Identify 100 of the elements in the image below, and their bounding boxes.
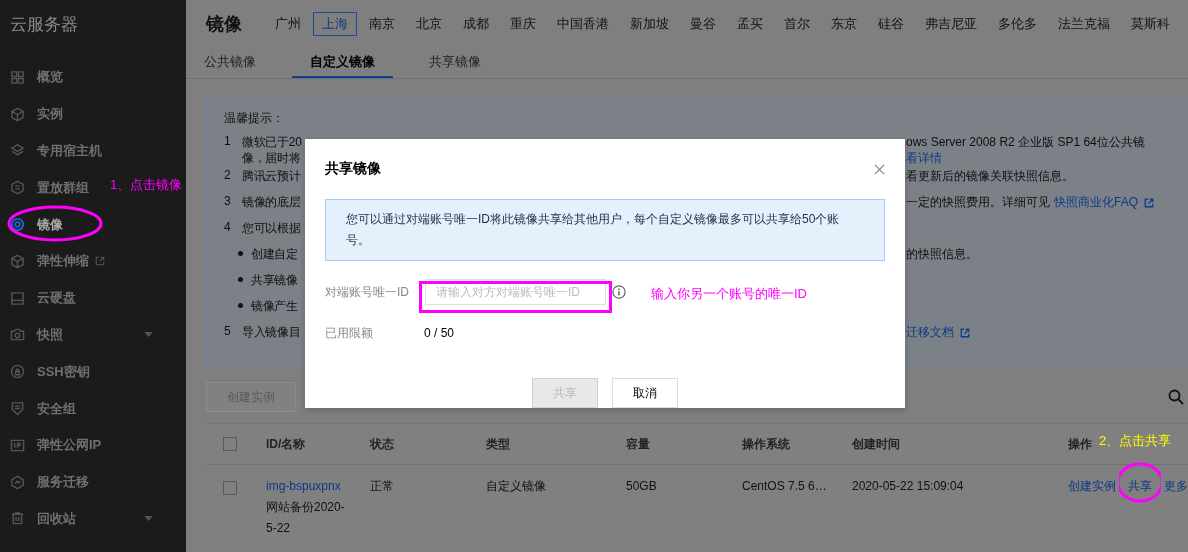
hexagon-icon	[10, 180, 25, 196]
sidebar-item[interactable]: 镜像	[0, 206, 73, 243]
notice-link[interactable]: 看详情	[906, 150, 942, 167]
sidebar-item[interactable]: 专用宿主机	[0, 132, 112, 170]
region-tab[interactable]: 成都	[454, 12, 498, 36]
notice-text: 导入镜像目	[242, 324, 301, 341]
region-tab[interactable]: 广州	[266, 12, 310, 36]
bullet-icon	[238, 251, 243, 256]
cube-icon	[10, 106, 25, 122]
notice-number: 3	[224, 194, 232, 210]
annotation-text: 1、点击镜像	[110, 176, 183, 194]
column-header: 操作	[1068, 435, 1092, 453]
tab[interactable]: 自定义镜像	[292, 48, 393, 78]
search-icon[interactable]	[1168, 389, 1184, 405]
region-tab[interactable]: 莫斯科	[1122, 12, 1179, 36]
column-header: ID/名称	[266, 435, 306, 453]
region-tab[interactable]: 重庆	[501, 12, 545, 36]
region-tab[interactable]: 曼谷	[681, 12, 725, 36]
lock-icon	[10, 364, 25, 380]
region-tab[interactable]: 首尔	[775, 12, 819, 36]
sidebar-item[interactable]: 回收站	[0, 500, 186, 538]
external-link-icon[interactable]	[1144, 197, 1154, 208]
external-link-icon[interactable]	[960, 327, 970, 338]
sidebar-item[interactable]: 弹性公网IP	[0, 426, 112, 464]
grid-icon	[10, 69, 25, 85]
cancel-button[interactable]: 取消	[612, 378, 678, 408]
field-label: 已用限额	[325, 324, 374, 342]
field-label: 对端账号唯一ID	[325, 283, 410, 301]
column-header: 操作系统	[742, 435, 790, 453]
notice-number: 5	[224, 324, 232, 340]
table-cell-text: CentOS 7.5 6…	[742, 478, 828, 495]
trash-icon	[10, 511, 25, 527]
region-tab[interactable]: 中国香港	[548, 12, 618, 36]
page-title: 镜像	[206, 13, 242, 36]
region-tab[interactable]: 孟买	[728, 12, 772, 36]
region-tab[interactable]: 新加坡	[621, 12, 678, 36]
camera-icon	[10, 327, 25, 343]
notice-link[interactable]: 迁移文档	[906, 324, 970, 341]
action-link[interactable]: 更多	[1164, 476, 1188, 497]
info-icon[interactable]	[612, 285, 626, 300]
table-cell-text: 网站备份2020-5-22	[266, 499, 346, 537]
notice-text: 创建自定	[251, 246, 298, 263]
notice-text: 镜像的底层	[242, 194, 301, 211]
column-header: 创建时间	[852, 435, 900, 453]
checkbox[interactable]	[223, 481, 237, 495]
notice-text: 镜像产生	[251, 298, 298, 315]
close-icon[interactable]	[874, 163, 885, 175]
sidebar-item[interactable]: 弹性伸缩	[0, 243, 115, 280]
table-cell-text: 自定义镜像	[486, 478, 547, 495]
image-id-link[interactable]: img-bspuxpnx	[266, 476, 370, 497]
sidebar-item[interactable]: 服务迁移	[0, 463, 99, 501]
info-message: 您可以通过对端账号唯一ID将此镜像共享给其他用户，每个自定义镜像最多可以共享给50个账号。	[325, 199, 885, 262]
tab[interactable]: 公共镜像	[186, 48, 274, 78]
notice-text: 微软已于20	[242, 134, 302, 151]
cube-icon	[10, 253, 25, 269]
sidebar-item[interactable]: 实例	[0, 95, 73, 133]
target-icon	[10, 217, 25, 233]
sidebar-title: 云服务器	[9, 14, 79, 36]
sidebar-item[interactable]: SSH密钥	[0, 353, 100, 391]
notice-title: 温馨提示：	[224, 110, 285, 127]
notice-number: 1	[224, 134, 232, 150]
region-tab[interactable]: 多伦多	[989, 12, 1046, 36]
tab[interactable]: 共享镜像	[411, 48, 499, 78]
dialog-title: 共享镜像	[325, 160, 381, 179]
shield-icon	[10, 401, 25, 417]
region-tab[interactable]: 南京	[360, 12, 404, 36]
table-cell-text: 50GB	[626, 478, 658, 495]
quota-value: 0 / 50	[424, 326, 455, 341]
column-header: 状态	[370, 435, 394, 453]
notice-text: 像，届时将	[242, 150, 301, 167]
annotation-text: 2、点击共享	[1099, 432, 1172, 450]
sidebar-item[interactable]: 安全组	[0, 390, 86, 427]
column-header: 类型	[486, 435, 510, 453]
notice-text: 您可以根据	[242, 220, 301, 237]
notice-link[interactable]: 快照商业化FAQ	[1054, 194, 1154, 211]
annotation-text: 输入你另一个账号的唯一ID	[651, 285, 807, 303]
table-cell-text: 正常	[370, 478, 395, 495]
column-header: 容量	[626, 435, 650, 453]
region-tab[interactable]: 法兰克福	[1049, 12, 1119, 36]
notice-number: 2	[224, 168, 232, 184]
bullet-icon	[238, 277, 243, 282]
region-tab[interactable]: 北京	[407, 12, 451, 36]
checkbox[interactable]	[223, 437, 237, 451]
notice-text: 一定的快照费用。详细可见	[906, 194, 1050, 211]
table-cell-text: 2020-05-22 15:09:04	[852, 478, 965, 495]
bullet-icon	[238, 303, 243, 308]
notice-text: 看更新后的镜像关联快照信息。	[906, 168, 1074, 185]
layers-icon	[10, 143, 25, 159]
sidebar-item[interactable]: 概览	[0, 59, 73, 96]
action-link[interactable]: 创建实例	[1068, 476, 1116, 497]
sidebar-item[interactable]: 置放群组	[0, 169, 99, 207]
sidebar-item[interactable]: 云硬盘	[0, 279, 86, 317]
region-tab[interactable]: 弗吉尼亚	[916, 12, 986, 36]
notice-text: 的快照信息。	[906, 246, 978, 263]
sidebar-item[interactable]: 快照	[0, 316, 186, 354]
notice-number: 4	[224, 220, 232, 236]
region-tab[interactable]: 硅谷	[869, 12, 913, 36]
region-tab[interactable]: 上海	[313, 12, 357, 36]
region-tab[interactable]: 东京	[822, 12, 866, 36]
notice-text: 腾讯云预计	[242, 168, 301, 185]
